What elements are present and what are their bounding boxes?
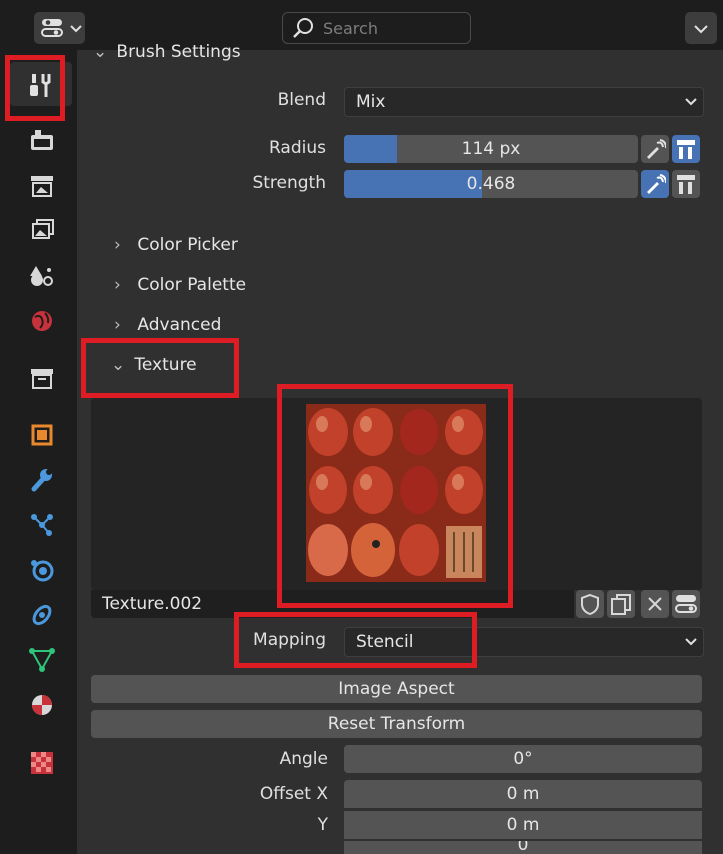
tool-icon: [30, 74, 51, 97]
radius-label: Radius: [268, 138, 326, 158]
color-picker-title: Color Picker: [137, 235, 238, 255]
unified-settings-icon: [677, 140, 695, 159]
offset-z-value: 0: [517, 841, 529, 854]
unlink-texture-button[interactable]: [641, 590, 669, 618]
texture-icon: [31, 752, 53, 774]
shield-icon: [581, 593, 599, 615]
editor-type-button[interactable]: [34, 12, 85, 44]
search-icon: [293, 18, 313, 38]
search-input[interactable]: Search: [282, 12, 471, 44]
fake-user-button[interactable]: [576, 590, 604, 618]
strength-label: Strength: [252, 173, 326, 193]
tab-tool[interactable]: [10, 62, 72, 106]
strength-pressure-button[interactable]: [641, 170, 669, 198]
tab-object[interactable]: [10, 412, 72, 456]
reset-transform-button[interactable]: Reset Transform: [91, 710, 702, 738]
mapping-value: Stencil: [356, 632, 414, 652]
object-icon: [31, 424, 53, 446]
tab-data[interactable]: [10, 637, 72, 681]
pen-pressure-icon: [647, 174, 666, 194]
chevron-down-icon: [70, 25, 82, 33]
duplicate-icon: [611, 594, 631, 615]
data-icon: [29, 648, 55, 672]
texture-title: Texture: [134, 355, 197, 375]
apple-texture-image: [306, 404, 486, 582]
chevron-down-icon: [685, 98, 697, 106]
mapping-dropdown[interactable]: Stencil: [344, 627, 704, 657]
browse-texture-button[interactable]: [672, 590, 700, 618]
offset-x-field[interactable]: 0 m: [344, 780, 702, 808]
angle-label: Angle: [279, 749, 328, 769]
scene-icon: [30, 266, 53, 286]
panel-advanced[interactable]: › Advanced: [114, 315, 221, 335]
material-icon: [32, 695, 52, 715]
blend-dropdown[interactable]: Mix: [344, 87, 704, 117]
world-icon: [32, 311, 52, 331]
tab-particles[interactable]: [10, 502, 72, 546]
options-menu-button[interactable]: [685, 12, 717, 44]
tab-modifier[interactable]: [10, 457, 72, 501]
tab-render[interactable]: [10, 118, 72, 162]
modifier-icon: [31, 469, 52, 492]
radius-pressure-button[interactable]: [641, 135, 669, 163]
chevron-down-icon: [685, 638, 697, 646]
angle-field[interactable]: 0°: [344, 745, 702, 773]
radius-slider[interactable]: 114 px: [344, 135, 638, 163]
panel-color-palette[interactable]: › Color Palette: [114, 275, 246, 295]
tab-world[interactable]: [10, 298, 72, 342]
view-layer-icon: [32, 219, 54, 239]
texture-name-field[interactable]: Texture.002: [91, 590, 574, 618]
chevron-down-icon: [694, 25, 708, 34]
particles-icon: [31, 514, 53, 536]
texture-name: Texture.002: [102, 594, 203, 614]
close-icon: [648, 597, 662, 611]
tab-view-layer[interactable]: [10, 208, 72, 252]
chevron-right-icon: ›: [114, 275, 121, 295]
output-icon: [31, 176, 53, 197]
blend-label: Blend: [277, 90, 326, 110]
chevron-right-icon: ›: [114, 315, 121, 335]
search-placeholder: Search: [323, 19, 378, 38]
render-icon: [31, 130, 53, 150]
tab-material[interactable]: [10, 682, 72, 726]
strength-value: 0.468: [466, 174, 516, 194]
tab-texture[interactable]: [10, 740, 72, 784]
strength-slider[interactable]: 0.468: [344, 170, 638, 198]
properties-tabs-sidebar: [0, 50, 77, 854]
brush-settings-title: Brush Settings: [116, 42, 241, 62]
pen-pressure-icon: [647, 139, 666, 159]
panel-texture[interactable]: ⌄ Texture: [111, 355, 197, 375]
tab-physics[interactable]: [10, 547, 72, 591]
toggle-icon: [675, 595, 697, 613]
properties-editor-icon: [41, 19, 63, 37]
offset-z-field[interactable]: 0: [344, 841, 702, 854]
offset-y-label: Y: [317, 815, 328, 835]
blend-value: Mix: [356, 92, 386, 112]
chevron-down-icon: ⌄: [111, 355, 126, 375]
mapping-label: Mapping: [253, 630, 326, 650]
color-palette-title: Color Palette: [137, 275, 247, 295]
image-aspect-button[interactable]: Image Aspect: [91, 675, 702, 703]
tab-constraints[interactable]: [10, 592, 72, 636]
panel-color-picker[interactable]: › Color Picker: [114, 235, 238, 255]
collection-icon: [31, 369, 53, 389]
radius-value: 114 px: [461, 139, 521, 159]
chevron-down-icon: ⌄: [93, 42, 108, 62]
radius-unit-toggle[interactable]: [672, 135, 700, 163]
offset-y-field[interactable]: 0 m: [344, 811, 702, 839]
offset-x-label: Offset X: [259, 784, 328, 804]
duplicate-texture-button[interactable]: [607, 590, 635, 618]
panel-brush-settings-header[interactable]: ⌄ Brush Settings: [93, 42, 241, 62]
texture-thumbnail[interactable]: [306, 404, 486, 582]
physics-icon: [31, 560, 54, 582]
constraints-icon: [32, 604, 52, 626]
chevron-right-icon: ›: [114, 235, 121, 255]
tab-collection[interactable]: [10, 355, 72, 399]
tab-output[interactable]: [10, 163, 72, 207]
strength-unified-toggle[interactable]: [672, 170, 700, 198]
advanced-title: Advanced: [137, 315, 222, 335]
unified-settings-icon: [677, 175, 695, 194]
tab-scene[interactable]: [10, 253, 72, 297]
